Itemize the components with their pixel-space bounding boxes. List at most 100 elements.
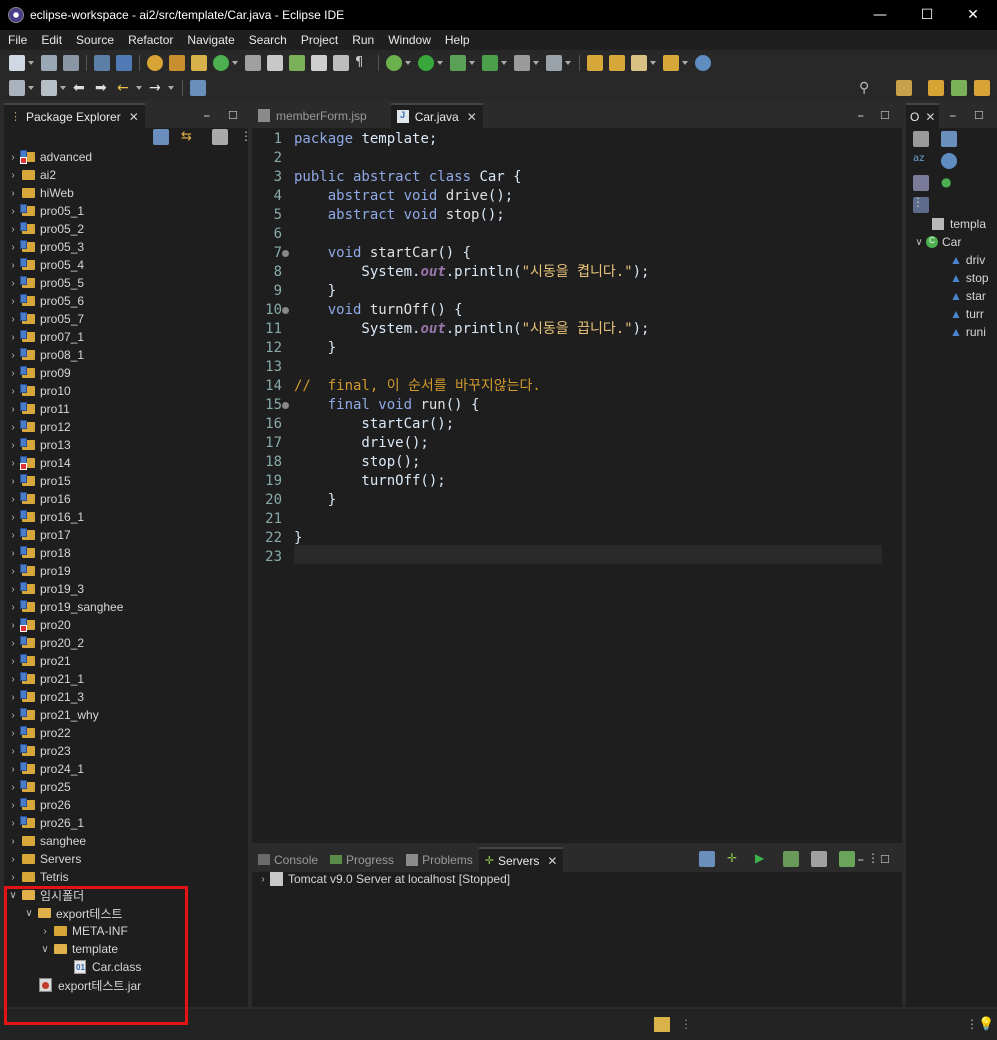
chevron-right-icon[interactable]: › (8, 512, 18, 523)
chevron-right-icon[interactable]: › (8, 764, 18, 775)
chevron-right-icon[interactable]: › (8, 620, 18, 631)
code-line[interactable]: final void run() { (294, 396, 480, 415)
code-line[interactable]: abstract void drive(); (294, 187, 513, 206)
chevron-right-icon[interactable]: › (8, 818, 18, 829)
list-icon[interactable] (333, 54, 349, 71)
tree-item-project[interactable]: › pro09 (8, 364, 71, 382)
tree-item-project[interactable]: › pro05_2 (8, 220, 84, 238)
chevron-right-icon[interactable]: › (8, 746, 18, 757)
menu-source[interactable]: Source (71, 33, 119, 47)
server-item-tomcat[interactable]: › Tomcat v9.0 Server at localhost [Stopp… (258, 870, 510, 888)
save-icon[interactable] (41, 54, 57, 71)
chevron-right-icon[interactable]: › (8, 260, 18, 271)
minimize-view-icon[interactable]: ⎯ (858, 109, 864, 123)
chevron-right-icon[interactable]: › (8, 566, 18, 577)
tree-item-project[interactable]: › Tetris (8, 868, 68, 886)
chevron-right-icon[interactable]: › (8, 368, 18, 379)
tree-item-project[interactable]: › pro16_1 (8, 508, 84, 526)
tree-item-project[interactable]: › advanced (8, 148, 92, 166)
tree-item-project[interactable]: › pro18 (8, 544, 71, 562)
java-perspective-icon[interactable] (974, 79, 990, 96)
open-project-icon[interactable] (609, 54, 625, 71)
annotation-icon[interactable] (9, 79, 25, 96)
chevron-right-icon[interactable]: › (8, 440, 18, 451)
tree-item-project[interactable]: › pro08_1 (8, 346, 84, 364)
hide-fields-icon[interactable] (941, 153, 957, 169)
search-toolbar-icon[interactable] (245, 54, 261, 71)
chevron-right-icon[interactable]: › (8, 674, 18, 685)
tree-item-project[interactable]: › pro11 (8, 400, 70, 418)
menu-help[interactable]: Help (440, 33, 475, 47)
external-tools-icon[interactable] (482, 54, 498, 71)
tree-item-project[interactable]: › pro26_1 (8, 814, 84, 832)
new-java-project-icon[interactable] (169, 54, 185, 71)
chevron-right-icon[interactable]: › (8, 170, 18, 181)
chevron-right-icon[interactable]: › (8, 386, 18, 397)
menu-window[interactable]: Window (383, 33, 436, 47)
chevron-right-icon[interactable]: › (8, 422, 18, 433)
code-line[interactable]: } (294, 282, 336, 301)
chevron-right-icon[interactable]: › (8, 188, 18, 199)
chevron-right-icon[interactable]: › (8, 692, 18, 703)
tip-icon[interactable]: 💡 (978, 1017, 994, 1032)
forward-icon[interactable]: → (149, 80, 165, 96)
outline-item-run[interactable]: ▲ runi (950, 323, 986, 341)
new-class-icon[interactable] (213, 54, 229, 71)
new-package-icon[interactable] (191, 54, 207, 71)
chevron-right-icon[interactable]: › (8, 656, 18, 667)
open-type-icon[interactable] (116, 54, 132, 71)
chevron-right-icon[interactable]: › (8, 152, 18, 163)
chevron-right-icon[interactable]: › (8, 782, 18, 793)
chevron-right-icon[interactable]: › (258, 874, 268, 885)
menu-file[interactable]: File (3, 33, 32, 47)
tab-car-java[interactable]: J Car.java ✕ (390, 103, 483, 128)
tree-item-project[interactable]: › pro25 (8, 778, 71, 796)
chevron-right-icon[interactable]: › (8, 350, 18, 361)
fold-marker-icon[interactable] (282, 402, 289, 409)
tree-item-project[interactable]: › pro14 (8, 454, 71, 472)
menu-run[interactable]: Run (347, 33, 379, 47)
chevron-right-icon[interactable]: › (8, 800, 18, 811)
outline-item-startcar[interactable]: ▲ star (950, 287, 986, 305)
filter-icon[interactable] (212, 129, 228, 145)
collapse-all-icon[interactable] (153, 129, 169, 145)
tree-item-project[interactable]: › pro22 (8, 724, 71, 742)
pin-editor-icon[interactable] (190, 79, 206, 96)
maximize-view-icon[interactable]: ☐ (974, 109, 984, 122)
globe-icon[interactable] (695, 54, 711, 71)
maximize-view-icon[interactable]: ☐ (880, 109, 890, 122)
open-folder-icon[interactable] (587, 54, 603, 71)
tree-item-project[interactable]: › pro05_1 (8, 202, 84, 220)
tab-progress[interactable]: Progress (324, 847, 400, 872)
minimize-view-icon[interactable]: ⎯ (950, 109, 956, 123)
code-line[interactable]: System.out.println("시동을 켭니다."); (294, 263, 649, 282)
new-icon[interactable] (9, 54, 25, 71)
close-button[interactable]: ✕ (950, 0, 996, 30)
tree-item-project[interactable]: › pro23 (8, 742, 71, 760)
forward-edit-icon[interactable]: ➡ (95, 80, 111, 96)
chevron-right-icon[interactable]: › (8, 836, 18, 847)
close-icon[interactable]: ✕ (925, 110, 935, 124)
tree-item-project[interactable]: › sanghee (8, 832, 86, 850)
code-line[interactable]: } (294, 529, 302, 548)
pen-icon[interactable] (267, 54, 283, 71)
tree-item-project[interactable]: › hiWeb (8, 184, 73, 202)
chevron-right-icon[interactable]: › (8, 404, 18, 415)
open-perspective-icon[interactable] (896, 79, 912, 96)
chevron-right-icon[interactable]: › (8, 278, 18, 289)
menu-edit[interactable]: Edit (36, 33, 67, 47)
hide-nonpublic-icon[interactable]: ● (941, 175, 957, 191)
chevron-down-icon[interactable]: ∨ (914, 237, 924, 248)
close-icon[interactable]: ✕ (129, 110, 139, 124)
stop-server-icon[interactable] (811, 851, 827, 867)
chevron-right-icon[interactable]: › (8, 458, 18, 469)
tree-item-project[interactable]: › pro19 (8, 562, 71, 580)
tree-item-project[interactable]: › pro13 (8, 436, 71, 454)
chevron-right-icon[interactable]: › (8, 476, 18, 487)
code-line[interactable]: System.out.println("시동을 끕니다."); (294, 320, 649, 339)
outline-item-car[interactable]: ∨ C Car (914, 233, 961, 251)
debug-server-icon[interactable]: ✛ (727, 851, 743, 867)
tree-item-project[interactable]: › pro16 (8, 490, 71, 508)
code-line[interactable]: turnOff(); (294, 472, 445, 491)
tree-item-project[interactable]: › pro05_4 (8, 256, 84, 274)
